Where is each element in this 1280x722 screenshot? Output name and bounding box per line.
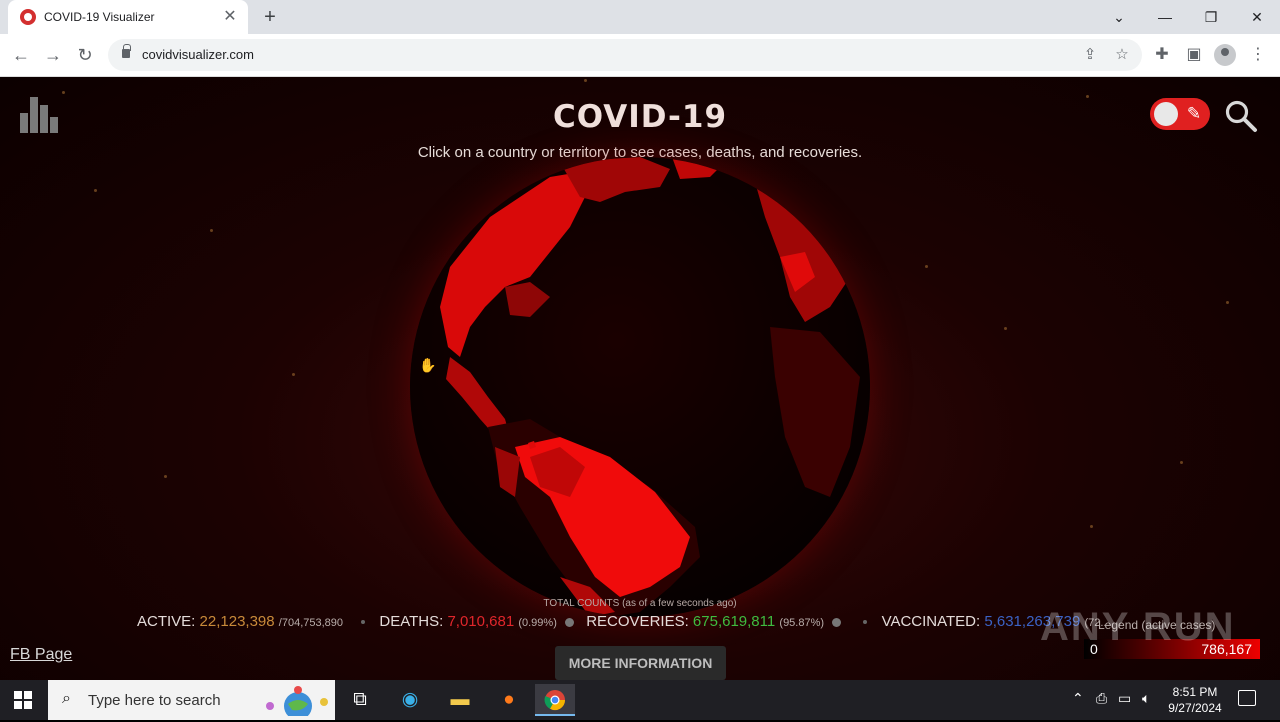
clock-date: 9/27/2024	[1168, 701, 1222, 715]
tray-device-icon[interactable]: ⎙	[1096, 690, 1107, 707]
profile-avatar[interactable]	[1214, 44, 1236, 66]
active-count: ACTIVE: 22,123,398 /704,753,890	[137, 613, 344, 630]
new-tab-button[interactable]: +	[258, 5, 282, 29]
back-button[interactable]: ←	[8, 42, 34, 68]
minimize-button[interactable]: —	[1152, 4, 1178, 30]
firefox-icon[interactable]: ●	[489, 684, 529, 716]
windows-start-icon[interactable]	[14, 691, 32, 709]
deaths-count: DEATHS: 7,010,681 (0.99%)	[379, 613, 578, 630]
active-total: /704,753,890	[278, 617, 344, 629]
anyrun-watermark: ANY RUN	[1040, 605, 1236, 649]
recoveries-count: RECOVERIES: 675,619,811 (95.87%)	[586, 613, 845, 630]
bookmark-star-icon[interactable]: ☆	[1112, 45, 1132, 65]
syringe-icon: ✎	[1186, 104, 1202, 123]
recoveries-percent: (95.87%)	[779, 617, 825, 629]
browser-toolbar: ← → ↻ covidvisualizer.com ⇪ ☆ ✚ ▣ ⋮	[0, 34, 1280, 77]
search-icon[interactable]	[1224, 99, 1258, 133]
tab-search-chevron-icon[interactable]: ⌄	[1106, 4, 1132, 30]
search-highlight-art-icon	[266, 686, 328, 716]
fb-page-link[interactable]: FB Page	[10, 646, 72, 664]
close-tab-icon[interactable]: ✕	[220, 7, 240, 27]
star-dot	[210, 229, 213, 232]
menu-kebab-icon[interactable]: ⋮	[1246, 43, 1270, 67]
country-region	[505, 282, 550, 317]
toggle-knob	[1154, 102, 1178, 126]
vaccination-toggle[interactable]: ✎	[1150, 98, 1210, 130]
system-clock[interactable]: 8:51 PM 9/27/2024	[1160, 684, 1230, 716]
separator-dot	[863, 620, 868, 625]
recoveries-info-icon[interactable]	[832, 617, 842, 627]
restore-button[interactable]: ❐	[1198, 4, 1224, 30]
lock-icon[interactable]	[122, 44, 131, 58]
windows-taskbar: ⌕ Type here to search ⧉ ◉ ▬ ● ⌃ ⎙ ▭ 🔈︎ 8…	[0, 680, 1280, 720]
recoveries-value: 675,619,811	[692, 613, 776, 630]
star-dot	[584, 79, 587, 82]
share-icon[interactable]: ⇪	[1080, 45, 1100, 65]
star-dot	[62, 91, 65, 94]
country-region	[770, 327, 860, 497]
close-window-button[interactable]: ✕	[1244, 4, 1270, 30]
taskbar-search-placeholder: Type here to search	[88, 692, 221, 709]
browser-tab-bar: COVID-19 Visualizer ✕ + ⌄ — ❐ ✕	[0, 0, 1280, 34]
extensions-puzzle-icon[interactable]: ✚	[1150, 43, 1174, 67]
star-dot	[925, 265, 928, 268]
hand-cursor-icon: ✋	[419, 357, 437, 373]
separator-dot	[361, 620, 366, 625]
reload-button[interactable]: ↻	[72, 42, 98, 68]
covid-visualizer-page: COVID-19 Click on a country or territory…	[0, 77, 1280, 680]
star-dot	[1226, 301, 1229, 304]
deaths-value: 7,010,681	[447, 613, 515, 630]
tab-title: COVID-19 Visualizer	[44, 10, 155, 24]
forward-button[interactable]: →	[40, 42, 66, 68]
edge-browser-icon[interactable]: ◉	[390, 684, 430, 716]
deaths-info-icon[interactable]	[565, 617, 575, 627]
network-icon[interactable]: ▭	[1118, 690, 1131, 707]
task-view-icon[interactable]: ⧉	[340, 684, 380, 716]
star-dot	[164, 475, 167, 478]
star-dot	[1090, 525, 1093, 528]
star-dot	[1004, 327, 1007, 330]
star-dot	[292, 373, 295, 376]
side-panel-icon[interactable]: ▣	[1182, 43, 1206, 67]
more-information-button[interactable]: MORE INFORMATION	[555, 646, 726, 680]
page-title: COVID-19	[552, 99, 728, 135]
star-dot	[94, 189, 97, 192]
counts-row: ACTIVE: 22,123,398 /704,753,890 DEATHS: …	[137, 613, 1114, 633]
file-explorer-icon[interactable]: ▬	[440, 684, 480, 716]
covid-favicon-icon	[20, 9, 36, 25]
clock-time: 8:51 PM	[1172, 685, 1218, 699]
url-text[interactable]: covidvisualizer.com	[142, 47, 254, 62]
star-dot	[1086, 95, 1089, 98]
star-dot	[1180, 461, 1183, 464]
volume-icon[interactable]: 🔈︎	[1142, 690, 1150, 707]
chrome-icon[interactable]	[535, 684, 575, 716]
address-bar[interactable]: covidvisualizer.com ⇪ ☆	[108, 39, 1142, 71]
browser-tab[interactable]: COVID-19 Visualizer ✕	[8, 0, 248, 34]
tray-chevron-icon[interactable]: ⌃	[1072, 690, 1084, 707]
deaths-percent: (0.99%)	[518, 617, 557, 629]
notification-center-icon[interactable]	[1238, 690, 1256, 706]
country-region	[755, 182, 850, 322]
world-globe[interactable]	[410, 157, 870, 617]
taskbar-search-box[interactable]: ⌕ Type here to search	[48, 680, 335, 720]
active-value: 22,123,398	[199, 613, 275, 630]
search-magnifier-icon: ⌕	[62, 690, 71, 707]
